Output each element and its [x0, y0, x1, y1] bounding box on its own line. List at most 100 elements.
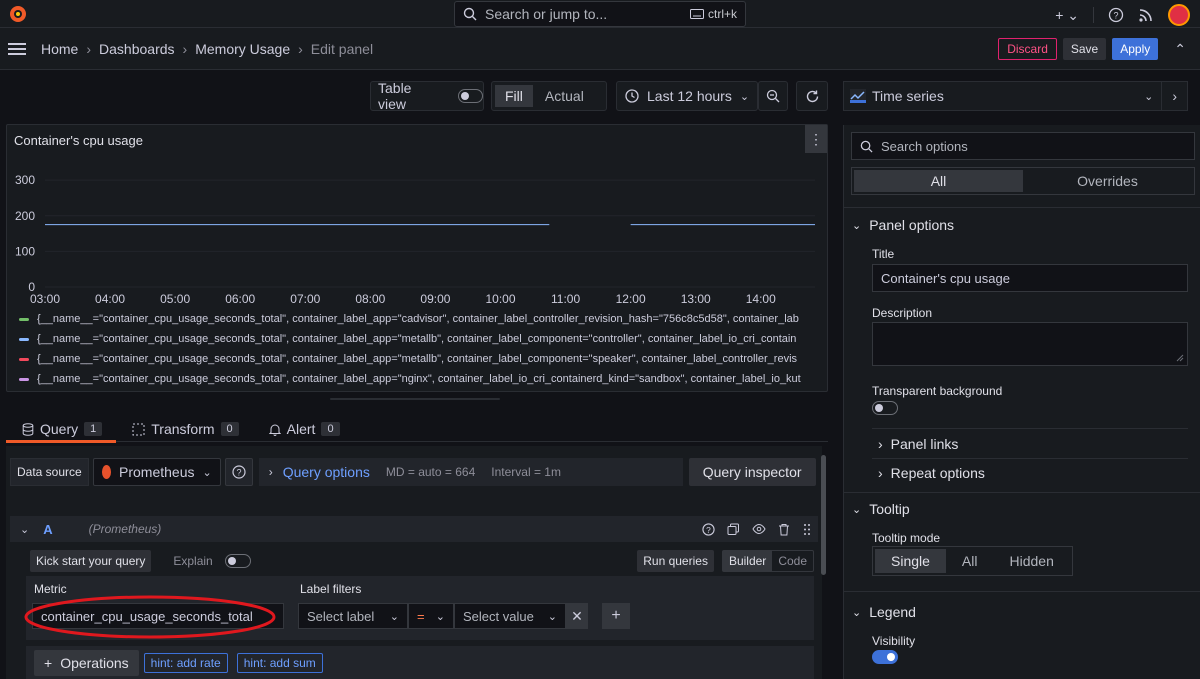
transparent-switch[interactable] [872, 401, 898, 415]
table-view-switch[interactable] [457, 89, 483, 103]
explain-toggle[interactable]: Explain [173, 554, 251, 568]
label-select[interactable]: Select label ⌄ [298, 603, 408, 629]
duplicate-icon[interactable] [727, 523, 740, 536]
datasource-help-button[interactable]: ? [224, 458, 253, 486]
interval-value: Interval = 1m [491, 465, 561, 479]
legend-swatch [19, 337, 29, 341]
description-textarea[interactable] [872, 322, 1188, 366]
resize-handle[interactable] [330, 398, 500, 400]
news-feed-icon[interactable] [1138, 7, 1154, 23]
shortcut-hint: ctrl+k [689, 7, 737, 21]
tab-query[interactable]: Query 1 [6, 416, 117, 443]
trash-icon[interactable] [778, 523, 790, 536]
run-queries-button[interactable]: Run queries [637, 550, 714, 572]
nav-bar: Home › Dashboards › Memory Usage › Edit … [0, 28, 1200, 70]
help-icon[interactable]: ? [702, 522, 715, 536]
add-filter-button[interactable]: + [602, 603, 630, 629]
y-tick-label: 300 [15, 173, 35, 187]
query-editor-scrollbar[interactable] [821, 455, 826, 575]
breadcrumb-separator: › [298, 40, 303, 57]
time-range-picker[interactable]: Last 12 hours ⌄ [616, 81, 758, 111]
legend-section[interactable]: ⌄ Legend [852, 604, 916, 620]
actual-option[interactable]: Actual [533, 85, 596, 107]
legend-swatch [19, 357, 29, 361]
keyboard-icon [689, 9, 704, 19]
search-options-input[interactable]: Search options [851, 132, 1195, 160]
query-inspector-button[interactable]: Query inspector [688, 458, 816, 486]
x-tick-label: 12:00 [616, 292, 646, 306]
query-row-header[interactable]: ⌄ A (Prometheus) ? [10, 516, 818, 542]
x-tick-label: 14:00 [746, 292, 776, 306]
legend-item[interactable]: {__name__="container_cpu_usage_seconds_t… [19, 333, 819, 345]
tab-overrides[interactable]: Overrides [1023, 170, 1192, 192]
legend-item[interactable]: {__name__="container_cpu_usage_seconds_t… [19, 353, 819, 365]
search-options-placeholder: Search options [881, 138, 968, 154]
svg-text:?: ? [1113, 11, 1118, 21]
query-options[interactable]: › Query options MD = auto = 664 Interval… [258, 458, 683, 486]
explain-switch[interactable] [224, 554, 251, 568]
options-list: Search options All Overrides ⌄ Panel opt… [843, 125, 1200, 679]
tab-all[interactable]: All [854, 170, 1023, 192]
fill-option[interactable]: Fill [495, 85, 533, 107]
legend-item[interactable]: {__name__="container_cpu_usage_seconds_t… [19, 313, 819, 325]
operations-button[interactable]: + Operations [34, 649, 139, 676]
operator-select[interactable]: = ⌄ [408, 603, 454, 629]
zoom-out-button[interactable] [758, 81, 788, 111]
kick-start-button[interactable]: Kick start your query [30, 550, 152, 572]
collapse-icon[interactable]: ⌄ [20, 523, 29, 536]
drag-handle-icon[interactable] [802, 523, 812, 536]
remove-filter-button[interactable]: ✕ [566, 603, 588, 629]
discard-button[interactable]: Discard [998, 38, 1057, 60]
title-input[interactable]: Container's cpu usage [872, 264, 1188, 292]
value-select[interactable]: Select value ⌄ [454, 603, 566, 629]
breadcrumb-dashboard[interactable]: Memory Usage [195, 41, 290, 57]
editor-mode-controls: Run queries Builder Code [637, 550, 814, 572]
table-view-toggle[interactable]: Table view [370, 80, 484, 112]
y-tick-label: 100 [15, 244, 35, 258]
save-button[interactable]: Save [1062, 38, 1107, 60]
user-avatar[interactable] [1168, 4, 1190, 26]
refresh-button[interactable] [796, 81, 828, 111]
add-new-icon[interactable]: + ⌄ [1055, 7, 1079, 24]
query-datasource-name: (Prometheus) [88, 522, 162, 536]
eye-icon[interactable] [752, 523, 766, 535]
menu-icon[interactable] [8, 40, 26, 58]
explain-label: Explain [173, 554, 213, 568]
panel-options-section[interactable]: ⌄ Panel options [852, 217, 954, 233]
apply-button[interactable]: Apply [1112, 38, 1159, 60]
chevron-down-icon: ⌄ [435, 610, 445, 623]
panel-preview: Container's cpu usage ⋮ 0 100 200 300 03:00 0… [6, 124, 828, 392]
legend-swatch [19, 377, 29, 381]
datasource-picker[interactable]: Prometheus ⌄ [92, 458, 221, 486]
prometheus-icon [101, 465, 111, 479]
tooltip-section[interactable]: ⌄ Tooltip [852, 501, 910, 517]
visibility-switch[interactable] [872, 650, 898, 664]
chevron-down-icon: ⌄ [1144, 90, 1154, 103]
help-icon[interactable]: ? [1108, 7, 1124, 23]
mode-hidden[interactable]: Hidden [993, 549, 1069, 573]
legend-item[interactable]: {__name__="container_cpu_usage_seconds_t… [19, 373, 819, 385]
mode-single[interactable]: Single [875, 549, 946, 573]
tab-alert[interactable]: Alert 0 [253, 416, 354, 442]
grafana-logo-icon[interactable] [8, 4, 28, 24]
plus-icon: + [611, 607, 621, 624]
operations-section: + Operations hint: add rate hint: add su… [26, 646, 814, 679]
breadcrumb-home[interactable]: Home [41, 41, 78, 57]
hint-add-sum-button[interactable]: hint: add sum [236, 652, 323, 673]
panel-links-section[interactable]: › Panel links [878, 436, 958, 452]
panel-menu-icon[interactable]: ⋮ [805, 125, 827, 153]
visualization-picker[interactable]: Time series ⌄ › [843, 81, 1188, 111]
search-input[interactable]: Search or jump to... ctrl+k [454, 1, 746, 27]
mode-all[interactable]: All [946, 549, 994, 573]
repeat-options-section[interactable]: › Repeat options [878, 465, 985, 481]
breadcrumb-dashboards[interactable]: Dashboards [99, 41, 175, 57]
query-ref-id[interactable]: A [43, 522, 52, 537]
builder-mode[interactable]: Builder [722, 551, 773, 571]
chevron-up-icon[interactable]: ⌃ [1174, 41, 1186, 58]
chevron-right-icon[interactable]: › [1162, 88, 1187, 104]
code-mode[interactable]: Code [772, 551, 813, 571]
breadcrumb-separator: › [86, 40, 92, 57]
chevron-right-icon: › [268, 465, 273, 479]
hint-add-rate-button[interactable]: hint: add rate [143, 652, 228, 673]
tab-transform[interactable]: Transform 0 [116, 416, 252, 442]
